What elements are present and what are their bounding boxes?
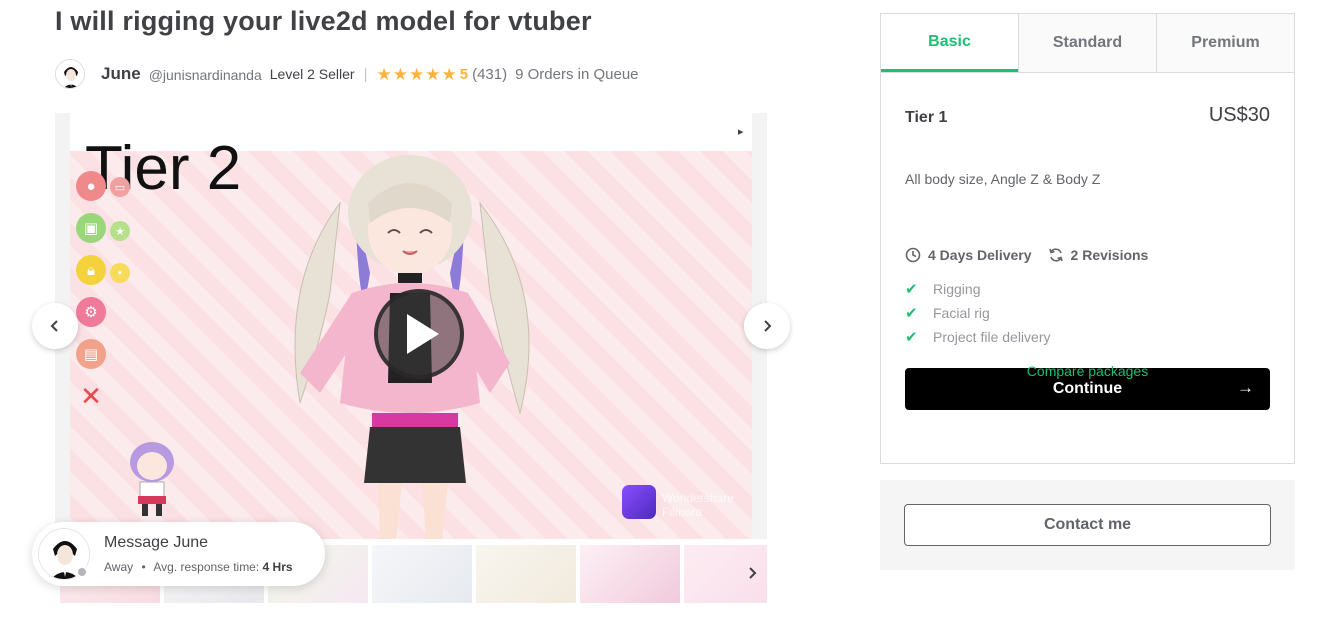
close-icon: ✕ xyxy=(80,380,102,411)
check-icon: ✔ xyxy=(905,281,918,298)
watermark-text: Wondershare Filmora xyxy=(662,491,734,519)
list-item: ✔ Facial rig xyxy=(905,301,1051,325)
check-icon: ✔ xyxy=(905,329,918,346)
document-icon: ▤ xyxy=(76,339,106,369)
response-time-label: Avg. response time: xyxy=(153,560,260,574)
thumbnails-next-button[interactable] xyxy=(748,566,758,585)
tab-basic[interactable]: Basic xyxy=(881,14,1018,72)
gig-title: I will rigging your live2d model for vtu… xyxy=(55,6,592,36)
package-tabs: Basic Standard Premium xyxy=(881,14,1294,73)
message-seller-status: Away • Avg. response time: 4 Hrs xyxy=(104,560,293,574)
status-indicator xyxy=(76,566,88,578)
contact-card: Contact me xyxy=(880,480,1295,570)
image-icon: ▣ xyxy=(76,213,106,243)
watermark-logo-icon xyxy=(622,485,656,519)
lock-icon: 🔒︎ xyxy=(76,255,106,285)
star-icon: ★ xyxy=(409,64,425,84)
play-icon xyxy=(407,314,439,354)
response-time-value: 4 Hrs xyxy=(262,560,293,574)
package-name: Tier 1 xyxy=(905,109,948,126)
divider: | xyxy=(363,65,368,83)
seller-avatar-image xyxy=(56,60,84,88)
feature-label: Rigging xyxy=(933,281,981,297)
watermark-line-2: Filmora xyxy=(662,505,703,519)
dot-separator: • xyxy=(141,560,146,574)
seller-level-badge: Level 2 Seller xyxy=(269,66,355,82)
rating-stars[interactable]: ★ ★ ★ ★ ★ xyxy=(377,66,457,83)
seller-avatar[interactable] xyxy=(55,59,85,89)
continue-button-label: Continue xyxy=(1052,380,1123,397)
package-price: US$30 xyxy=(1208,104,1270,126)
gallery-next-button[interactable] xyxy=(744,303,790,349)
screen-icon: ▭ xyxy=(110,177,130,197)
review-count[interactable]: (431) xyxy=(472,66,507,83)
contact-me-button[interactable]: Contact me xyxy=(904,504,1271,546)
star-icon: ★ xyxy=(425,64,441,84)
mouse-cursor-icon: ▸ xyxy=(738,126,744,138)
chevron-right-icon xyxy=(764,320,772,332)
feature-label: Project file delivery xyxy=(933,329,1051,345)
revisions-label: 2 Revisions xyxy=(1070,247,1149,263)
revisions: 2 Revisions xyxy=(1048,247,1149,263)
message-seller-title: Message June xyxy=(104,534,209,551)
watermark-line-1: Wondershare xyxy=(662,491,734,505)
feature-label: Facial rig xyxy=(933,305,990,321)
star-badge-icon: ★ xyxy=(110,221,130,241)
seller-name-link[interactable]: June xyxy=(101,64,141,84)
gig-gallery[interactable]: Tier 2 ● ▣ 🔒︎ ⚙ ▤ ✕ ▭ ★ ▪ Wondershare Fi… xyxy=(55,113,767,539)
package-card: Basic Standard Premium Tier 1 US$30 All … xyxy=(880,13,1295,464)
tab-premium[interactable]: Premium xyxy=(1156,14,1294,72)
seller-status-label: Away xyxy=(104,560,134,574)
chevron-left-icon xyxy=(50,320,58,332)
seller-handle: @junisnardinanda xyxy=(148,67,262,83)
gallery-thumbnail[interactable] xyxy=(372,545,472,603)
message-seller-card[interactable]: Message June Away • Avg. response time: … xyxy=(32,522,325,586)
gallery-thumbnail[interactable] xyxy=(476,545,576,603)
tab-standard[interactable]: Standard xyxy=(1018,14,1156,72)
gear-icon: ⚙ xyxy=(76,297,106,327)
gallery-thumbnail[interactable] xyxy=(580,545,680,603)
delivery-time-label: 4 Days Delivery xyxy=(928,247,1032,263)
video-play-button[interactable] xyxy=(374,289,464,379)
arrow-right-icon: → xyxy=(1237,378,1254,397)
list-item: ✔ Rigging xyxy=(905,277,1051,301)
star-icon: ★ xyxy=(441,64,457,84)
gallery-slide[interactable]: Tier 2 ● ▣ 🔒︎ ⚙ ▤ ✕ ▭ ★ ▪ Wondershare Fi… xyxy=(70,113,752,539)
package-description: All body size, Angle Z & Body Z xyxy=(905,171,1101,187)
feature-list: ✔ Rigging ✔ Facial rig ✔ Project file deliv… xyxy=(905,277,1051,349)
chibi-character-illustration xyxy=(130,442,174,516)
chevron-right-icon xyxy=(749,567,757,579)
seller-overview: June @junisnardinanda Level 2 Seller | ★… xyxy=(55,58,639,90)
star-icon: ★ xyxy=(392,64,408,84)
list-item: ✔ Project file delivery xyxy=(905,325,1051,349)
orders-in-queue: 9 Orders in Queue xyxy=(515,65,639,83)
compare-packages-link[interactable]: Compare packages xyxy=(881,363,1294,379)
lock-small-icon: ▪ xyxy=(110,263,130,283)
gallery-prev-button[interactable] xyxy=(32,303,78,349)
clock-icon xyxy=(905,247,921,263)
package-meta: 4 Days Delivery 2 Revisions xyxy=(905,247,1148,263)
user-icon: ● xyxy=(76,171,106,201)
slide-side-icons: ● ▣ 🔒︎ ⚙ ▤ ✕ ▭ ★ ▪ xyxy=(76,171,136,423)
check-icon: ✔ xyxy=(905,305,918,322)
delivery-time: 4 Days Delivery xyxy=(905,247,1032,263)
rating-score[interactable]: 5 xyxy=(460,66,468,83)
refresh-icon xyxy=(1048,248,1063,262)
star-icon: ★ xyxy=(376,64,392,84)
